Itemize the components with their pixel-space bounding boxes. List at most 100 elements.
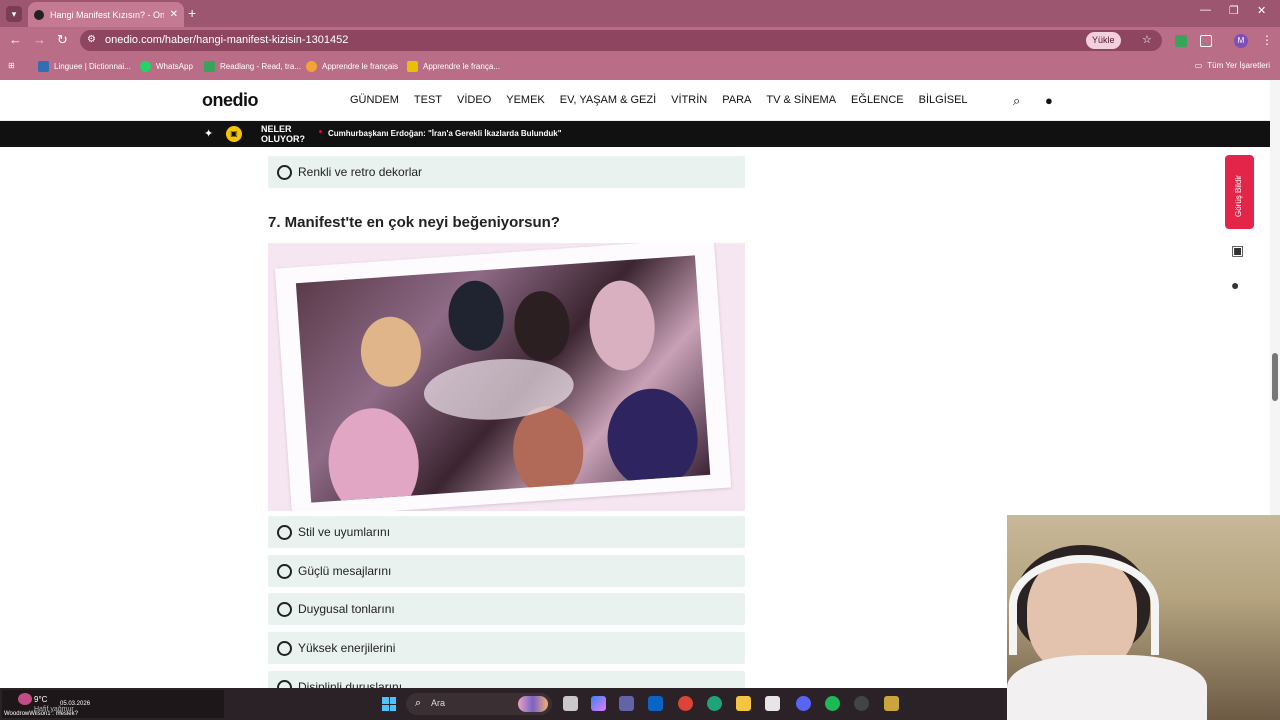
radio-icon[interactable] [277, 563, 292, 579]
restore-icon[interactable]: ❐ [1229, 4, 1239, 17]
readlang-extension-icon[interactable] [1175, 35, 1187, 47]
task-view-icon[interactable] [563, 696, 578, 711]
feedback-button[interactable]: Görüş Bildir [1225, 155, 1254, 229]
radio-icon[interactable] [277, 640, 292, 656]
nav-yemek[interactable]: YEMEK [506, 94, 545, 106]
minimize-icon[interactable]: — [1200, 4, 1211, 16]
edge-icon[interactable] [707, 696, 722, 711]
quiz-option[interactable]: Güçlü mesajlarını [268, 555, 745, 587]
obs-icon[interactable] [854, 696, 869, 711]
scrollbar-thumb[interactable] [1272, 353, 1278, 401]
question-image [268, 243, 745, 511]
nav-tv-sinema[interactable]: TV & SİNEMA [766, 94, 836, 106]
radio-icon[interactable] [277, 601, 292, 617]
quiz-option[interactable]: Duygusal tonlarını [268, 593, 745, 625]
taskbar-search[interactable]: ⌕ Ara [406, 693, 552, 715]
reload-icon[interactable]: ↻ [57, 33, 68, 47]
folder-icon: ▭ [1194, 61, 1203, 70]
bookmark-label: WhatsApp [156, 62, 193, 71]
nav-para[interactable]: PARA [722, 94, 751, 106]
ticker-dot [319, 130, 322, 133]
bookmark-add-icon[interactable]: ▣ [1231, 242, 1244, 259]
nav-bilgisel[interactable]: BİLGİSEL [919, 94, 968, 106]
windows-start-icon[interactable] [382, 697, 396, 711]
nav-vitrin[interactable]: VİTRİN [671, 94, 707, 106]
bookmark-apprendre-2[interactable]: Apprendre le frança... [407, 61, 500, 72]
all-bookmarks[interactable]: ▭ Tüm Yer İşaretleri [1195, 61, 1270, 70]
radio-icon[interactable] [277, 524, 292, 540]
radio-icon[interactable] [277, 164, 292, 180]
bookmark-label: Apprendre le français [322, 62, 399, 71]
option-label: Duygusal tonlarını [298, 602, 395, 616]
newsbar-label-line2: OLUYOR? [261, 134, 305, 144]
bookmark-apprendre-1[interactable]: Apprendre le français [306, 61, 398, 72]
weather-icon [18, 693, 32, 705]
profile-avatar[interactable]: M [1234, 34, 1248, 48]
bookmark-whatsapp[interactable]: WhatsApp [140, 61, 193, 72]
menu-kebab-icon[interactable]: ⋮ [1261, 33, 1273, 47]
tv-icon[interactable]: ▣ [226, 126, 242, 142]
onedio-logo[interactable]: onedio [202, 90, 259, 111]
newsbar-label: NELER OLUYOR? [261, 124, 305, 144]
bookmark-label: Apprendre le frança... [423, 62, 500, 71]
discord-icon[interactable] [796, 696, 811, 711]
close-window-icon[interactable]: ✕ [1257, 4, 1266, 17]
browser-tabbar: ▾ Hangi Manifest Kızısın? - Onedio ✕ + —… [0, 0, 1280, 27]
copilot-icon[interactable] [591, 696, 606, 711]
nav-test[interactable]: TEST [414, 94, 442, 106]
news-ticker: ✦ ▣ NELER OLUYOR? Cumhurbaşkanı Erdoğan:… [0, 121, 1270, 147]
readlang-icon [204, 61, 215, 72]
chrome-icon[interactable] [678, 696, 693, 711]
onedio-favicon-icon [34, 9, 44, 20]
browser-tab[interactable]: Hangi Manifest Kızısın? - Onedio ✕ [28, 2, 184, 27]
option-label: Disiplinli duruşlarını [298, 680, 403, 688]
linguee-icon [38, 61, 49, 72]
apprendre-icon [306, 61, 317, 72]
bookmark-linguee[interactable]: Linguee | Dictionnai... [38, 61, 131, 72]
bookmark-label: Linguee | Dictionnai... [54, 62, 131, 71]
figure [586, 278, 658, 373]
quiz-option[interactable]: Renkli ve retro dekorlar [268, 156, 745, 188]
bookmark-readlang[interactable]: Readlang - Read, tra... [204, 61, 301, 72]
ticker-headline[interactable]: Cumhurbaşkanı Erdoğan: "İran'a Gerekli İ… [328, 129, 562, 138]
quiz-option[interactable]: Disiplinli duruşlarını [268, 671, 745, 688]
site-info-icon[interactable]: ⚙ [87, 34, 96, 45]
back-icon[interactable]: ← [9, 33, 22, 47]
webcam-figure [1007, 655, 1207, 720]
polaroid-frame [274, 243, 732, 511]
quiz-option[interactable]: Stil ve uyumlarını [268, 516, 745, 548]
option-label: Yüksek enerjilerini [298, 641, 396, 655]
new-tab-icon[interactable]: + [188, 5, 196, 21]
webcam-overlay [1007, 515, 1280, 720]
shuffle-icon[interactable]: ✦ [204, 127, 213, 140]
weather-widget[interactable]: 9°C Hafif yağmur 05.03.2026 WoodrowWilso… [2, 690, 224, 718]
outlook-icon[interactable] [648, 696, 663, 711]
group-photo [295, 255, 711, 503]
nav-eglence[interactable]: EĞLENCE [851, 94, 904, 106]
figure [358, 314, 424, 389]
close-tab-icon[interactable]: ✕ [170, 9, 178, 20]
tab-search-button[interactable]: ▾ [6, 6, 22, 22]
install-app-button[interactable]: Yükle [1086, 32, 1121, 49]
bookmark-star-icon[interactable]: ☆ [1142, 33, 1152, 46]
spotify-icon[interactable] [825, 696, 840, 711]
screen: ▾ Hangi Manifest Kızısın? - Onedio ✕ + —… [0, 0, 1280, 720]
nav-ev-yasam-gezi[interactable]: EV, YAŞAM & GEZİ [560, 94, 656, 106]
search-icon: ⌕ [415, 697, 422, 709]
user-icon[interactable]: ● [1045, 93, 1053, 108]
quiz-option[interactable]: Yüksek enerjilerini [268, 632, 745, 664]
comments-icon[interactable]: ● [1231, 277, 1239, 293]
league-icon[interactable] [884, 696, 899, 711]
forward-icon[interactable]: → [33, 33, 46, 47]
file-explorer-icon[interactable] [736, 696, 751, 711]
extensions-puzzle-icon[interactable] [1200, 35, 1212, 47]
store-icon[interactable] [765, 696, 780, 711]
apps-grid-icon[interactable]: ⊞ [8, 61, 15, 70]
address-bar[interactable]: ⚙ onedio.com/haber/hangi-manifest-kizisi… [80, 30, 1162, 51]
teams-icon[interactable] [619, 696, 634, 711]
radio-icon[interactable] [277, 679, 292, 688]
nav-video[interactable]: VİDEO [457, 94, 491, 106]
search-icon[interactable]: ⌕ [1013, 93, 1020, 109]
nav-gundem[interactable]: GÜNDEM [350, 94, 399, 106]
whatsapp-icon [140, 61, 151, 72]
